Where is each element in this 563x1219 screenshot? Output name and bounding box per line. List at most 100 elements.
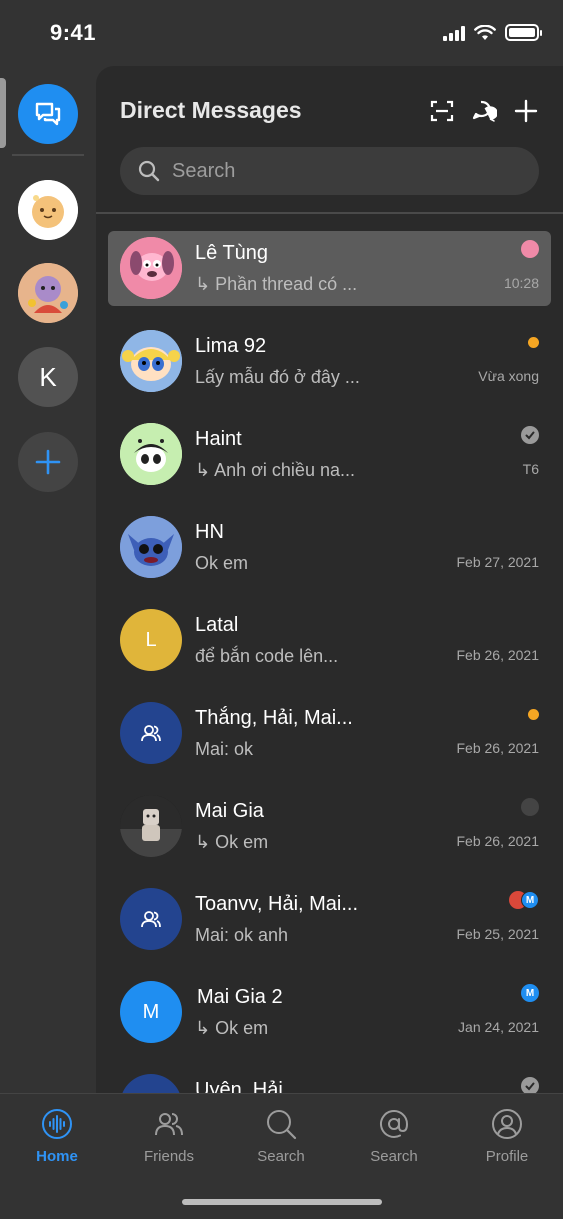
conversation-name: HN: [195, 521, 224, 543]
conversation-time: Feb 26, 2021: [456, 647, 539, 663]
add-button[interactable]: [511, 96, 541, 126]
tab-home[interactable]: Home: [7, 1108, 107, 1168]
conversation-row[interactable]: Haint ↳ Anh ơi chiều na... T6: [108, 417, 551, 492]
search-icon: [138, 160, 160, 182]
profile-icon: [492, 1109, 522, 1139]
avatar: M: [120, 981, 182, 1043]
new-chat-icon: [472, 100, 497, 122]
avatar: [120, 423, 182, 485]
direct-messages-panel: Direct Messages Search Lê Tùng ↳ Phần th…: [96, 66, 563, 1093]
conversation-name: Thắng, Hải, Mai...: [195, 707, 353, 729]
conversation-row[interactable]: HN Ok em Feb 27, 2021: [108, 510, 551, 585]
avatar: [120, 330, 182, 392]
chat-icon: [35, 102, 61, 126]
page-title: Direct Messages: [120, 97, 302, 123]
tab-label: Friends: [143, 1148, 195, 1165]
plus-icon: [35, 449, 61, 475]
conversation-name: Haint: [195, 428, 242, 450]
conversation-name: Lima 92: [195, 335, 267, 357]
courage-dog-avatar-icon: [120, 237, 182, 299]
conversation-row[interactable]: Uyên, Hải,: [108, 1068, 551, 1093]
scan-icon: [430, 100, 454, 122]
conversation-time: Feb 26, 2021: [456, 833, 539, 849]
conversation-name: Toanvv, Hải, Mai...: [195, 893, 359, 915]
tab-search[interactable]: Search: [231, 1108, 331, 1168]
mini-avatar-icon: [521, 798, 539, 816]
tab-label: Home: [36, 1148, 78, 1165]
search-icon: [267, 1110, 297, 1140]
conversation-time: Vừa xong: [478, 368, 539, 384]
tab-friends[interactable]: Friends: [119, 1108, 219, 1168]
unread-indicator: [528, 333, 539, 351]
status-bar: 9:41: [0, 0, 563, 66]
panel-header: Direct Messages: [96, 66, 563, 212]
unread-indicator: [528, 705, 539, 723]
conversation-preview: ↳ Anh ơi chiều na...: [195, 460, 355, 480]
conversation-preview: Lấy mẫu đó ở đây ...: [195, 367, 360, 387]
scan-button[interactable]: [427, 96, 457, 126]
avatar: [120, 516, 182, 578]
group-icon: [141, 725, 161, 742]
community-avatar-1-icon: [18, 180, 78, 240]
unread-dot-icon: [528, 708, 539, 720]
conversation-row[interactable]: Toanvv, Hải, Mai... Mai: ok anh M Feb 25…: [108, 882, 551, 957]
bottom-tab-bar: Home Friends Search Search Profile: [0, 1093, 563, 1219]
cellular-signal-icon: [443, 25, 465, 41]
rail-community-k[interactable]: K: [18, 347, 78, 407]
mini-avatar-icon: [521, 240, 539, 258]
read-indicator: [521, 426, 539, 444]
checkmark-icon: [521, 426, 539, 444]
conversation-preview: ↳ Ok em: [195, 1018, 269, 1038]
tab-profile[interactable]: Profile: [457, 1108, 557, 1168]
conversation-row[interactable]: M Mai Gia 2 ↳ Ok em M Jan 24, 2021: [108, 975, 551, 1050]
conversation-row[interactable]: Lê Tùng ↳ Phần thread có ... 10:28: [108, 231, 551, 306]
avatar: [120, 1074, 182, 1093]
avatar: [120, 795, 182, 857]
status-icons: [443, 24, 542, 41]
avatar: [120, 888, 182, 950]
rail-add-button[interactable]: [18, 432, 78, 492]
new-chat-button[interactable]: [469, 96, 499, 126]
conversation-preview: Mai: ok anh: [195, 925, 289, 945]
rail-community-avatar-2[interactable]: [18, 263, 78, 323]
waveform-icon: [42, 1109, 72, 1139]
read-receipt-avatars: M: [509, 891, 539, 909]
tab-mentions[interactable]: Search: [344, 1108, 444, 1168]
search-input[interactable]: [172, 159, 512, 183]
conversation-row[interactable]: Thắng, Hải, Mai... Mai: ok Feb 26, 2021: [108, 696, 551, 771]
group-icon: [141, 911, 161, 928]
read-receipt-avatar: [521, 240, 539, 258]
conversation-row[interactable]: Mai Gia ↳ Ok em Feb 26, 2021: [108, 789, 551, 864]
conversation-time: Feb 27, 2021: [456, 554, 539, 570]
avatar: [120, 702, 182, 764]
conversation-preview: để bắn code lên...: [195, 646, 339, 666]
conversation-time: Feb 25, 2021: [456, 926, 539, 942]
conversation-row[interactable]: Lima 92 Lấy mẫu đó ở đây ... Vừa xong: [108, 324, 551, 399]
status-time: 9:41: [50, 20, 97, 45]
figure-avatar-icon: [120, 795, 182, 857]
conversation-name: Lê Tùng: [195, 242, 269, 264]
avatar: [120, 237, 182, 299]
rail-community-avatar-1[interactable]: [18, 180, 78, 240]
conversation-row[interactable]: L Latal để bắn code lên... Feb 26, 2021: [108, 603, 551, 678]
stitch-avatar-icon: [120, 516, 182, 578]
tab-label: Search: [370, 1148, 418, 1165]
mini-avatar-m-icon: M: [521, 984, 539, 1002]
read-indicator: [521, 1077, 539, 1093]
header-divider: [96, 212, 563, 214]
powerpuff-avatar-icon: [120, 330, 182, 392]
rail-direct-messages-button[interactable]: [18, 84, 78, 144]
rail-selection-indicator: [0, 78, 6, 148]
plus-icon: [514, 99, 538, 123]
conversation-name: Mai Gia 2: [197, 986, 283, 1008]
community-avatar-2-icon: [18, 263, 78, 323]
at-icon: [380, 1109, 409, 1138]
conversation-preview: ↳ Ok em: [195, 832, 269, 852]
conversation-time: Jan 24, 2021: [458, 1019, 539, 1035]
conversation-time: 10:28: [503, 275, 539, 291]
friends-icon: [155, 1113, 183, 1136]
tab-label: Search: [257, 1148, 305, 1165]
home-indicator: [182, 1199, 382, 1205]
search-bar[interactable]: [120, 147, 539, 195]
buttercup-avatar-icon: [120, 423, 182, 485]
